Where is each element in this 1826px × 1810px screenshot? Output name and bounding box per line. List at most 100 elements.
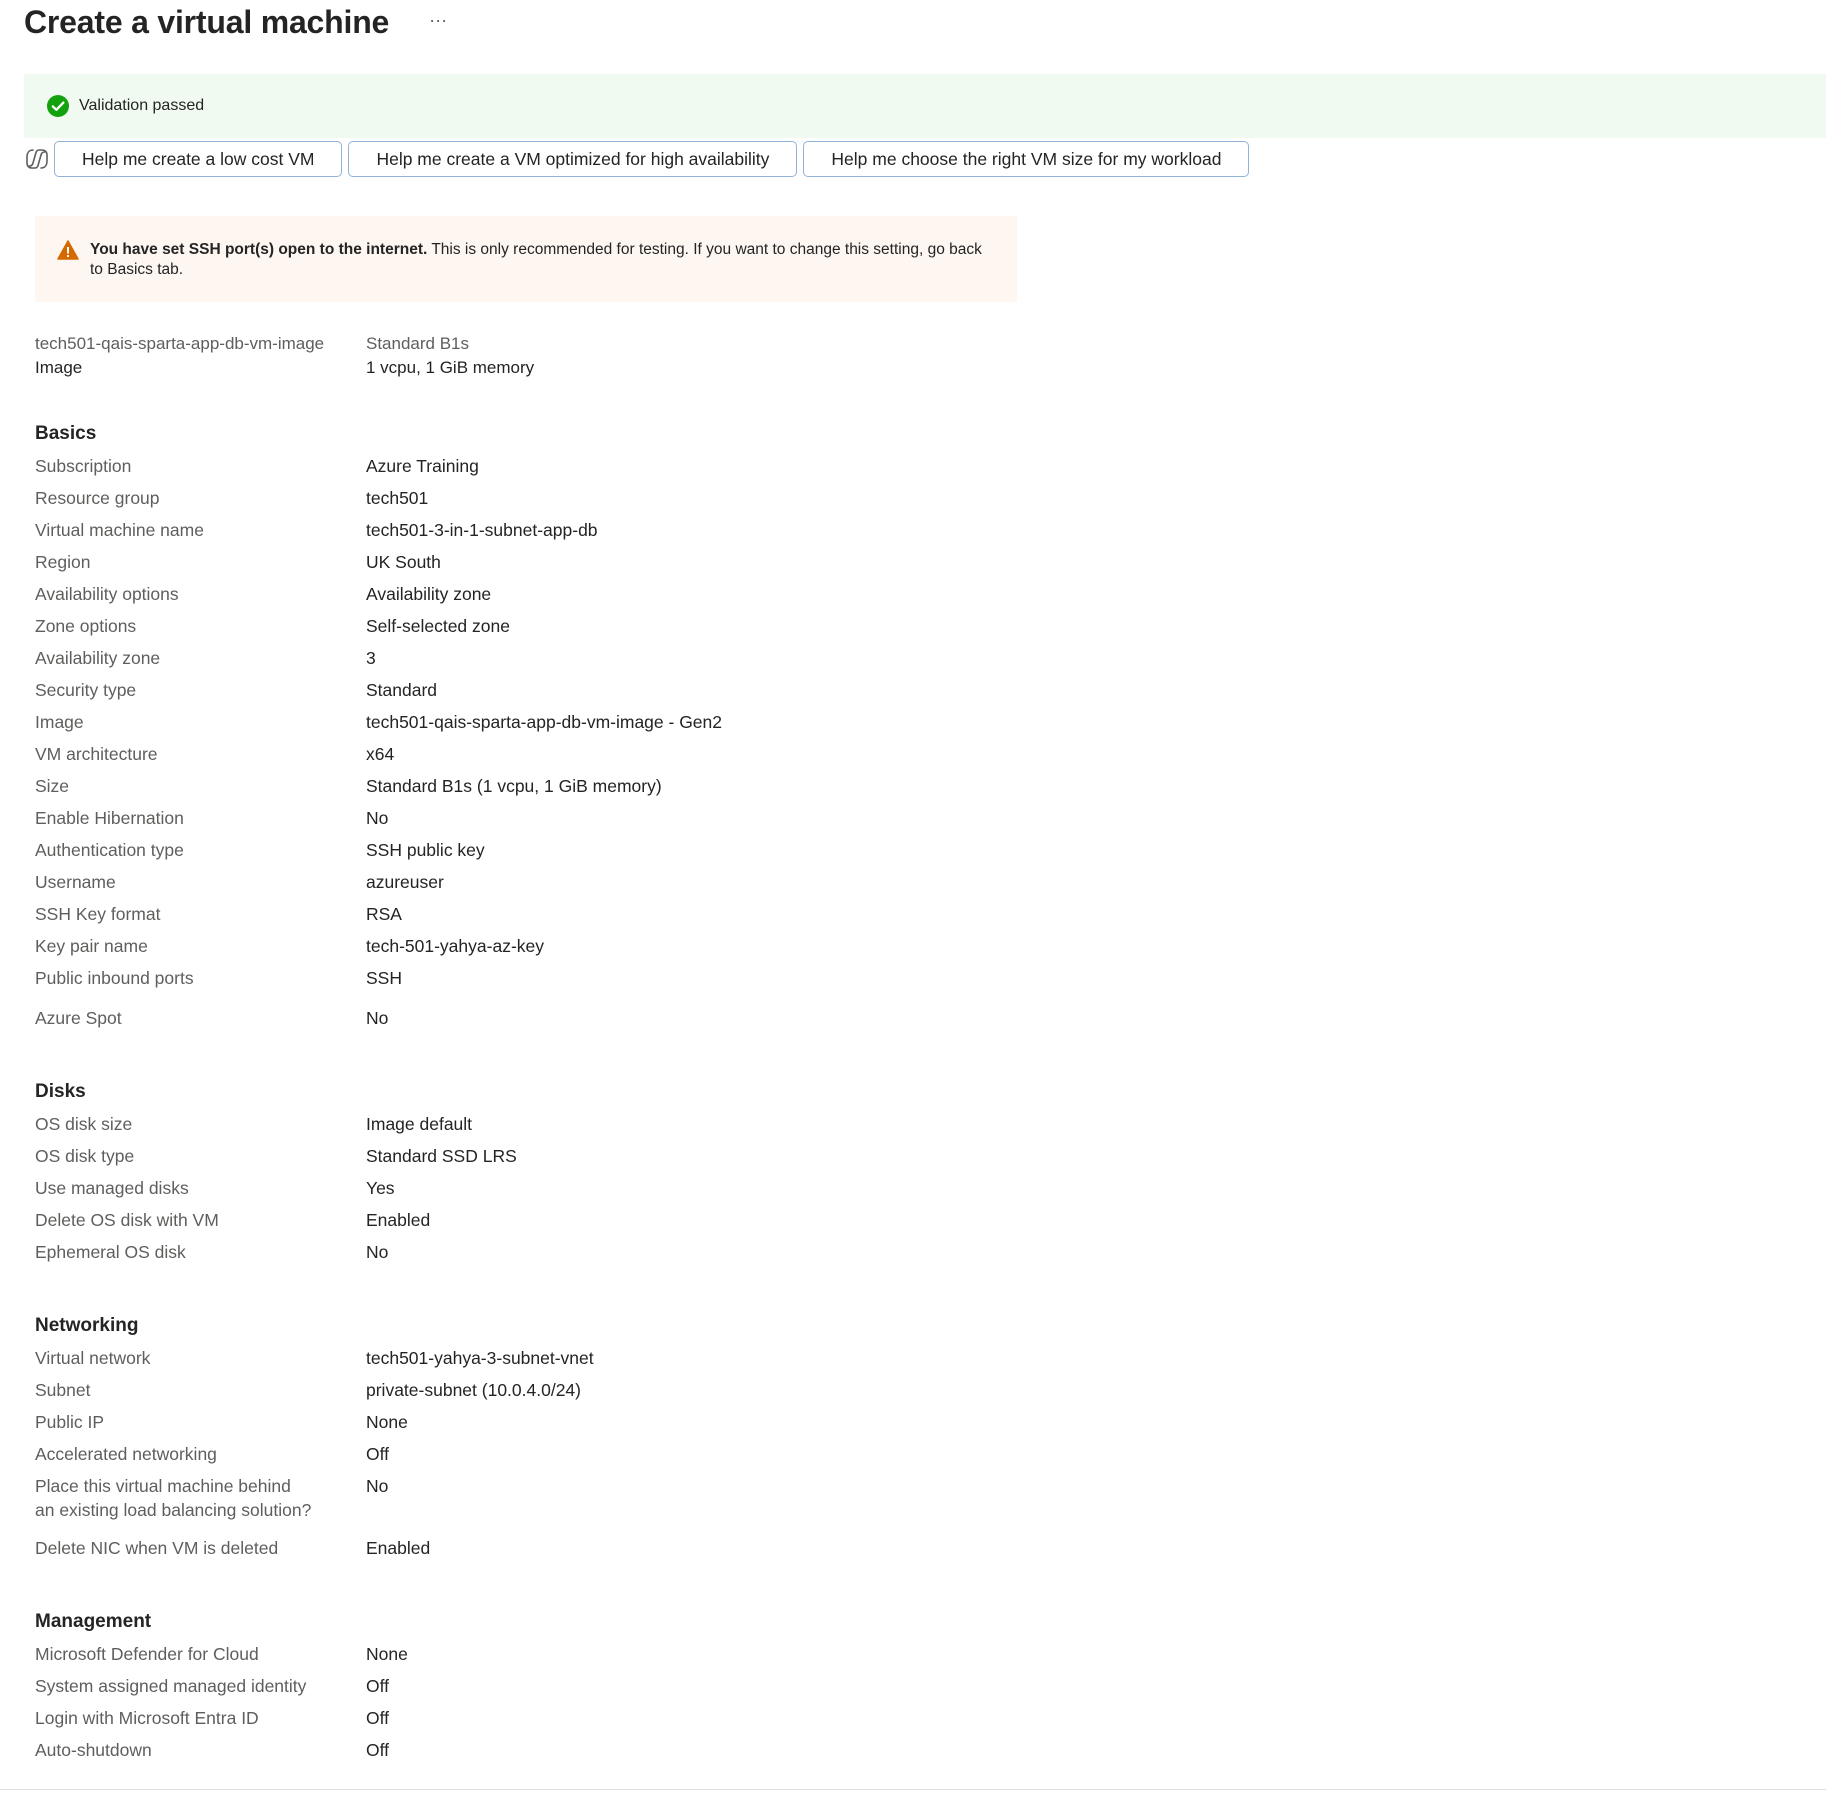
section-management: Management Microsoft Defender for Cloud N… [35, 1608, 1235, 1770]
networking-row-subnet: Subnet private-subnet (10.0.4.0/24) [35, 1378, 1235, 1410]
row-label: Accelerated networking [35, 1444, 217, 1464]
row-value: Off [366, 1740, 390, 1760]
row-value: RSA [366, 904, 402, 924]
management-row-defender: Microsoft Defender for Cloud None [35, 1642, 1235, 1674]
basics-row-subscription: Subscription Azure Training [35, 454, 1235, 486]
row-value: x64 [366, 744, 395, 764]
check-circle-icon [46, 94, 70, 118]
row-label: Availability zone [35, 648, 161, 668]
basics-row-zone-options: Zone options Self-selected zone [35, 614, 1235, 646]
validation-message: Validation passed [79, 97, 205, 114]
section-disks: Disks OS disk size Image default OS disk … [35, 1078, 1235, 1272]
row-label: Resource group [35, 488, 160, 508]
row-label: Authentication type [35, 840, 184, 860]
row-value: Off [366, 1676, 390, 1696]
row-label: Azure Spot [35, 1008, 122, 1028]
section-basics: Basics Subscription Azure Training Resour… [35, 420, 1235, 1038]
row-label: Virtual machine name [35, 520, 204, 540]
row-label: Ephemeral OS disk [35, 1242, 186, 1262]
row-label: Key pair name [35, 936, 148, 956]
row-value: None [366, 1412, 408, 1432]
row-value: No [366, 808, 389, 828]
row-value: Off [366, 1444, 390, 1464]
management-row-auto-shutdown: Auto-shutdown Off [35, 1738, 1235, 1770]
row-label: Subscription [35, 456, 132, 476]
row-value: No [366, 1008, 389, 1028]
summary-image-name: tech501-qais-sparta-app-db-vm-image [35, 334, 325, 353]
row-label: Public inbound ports [35, 968, 194, 988]
row-value: None [366, 1644, 408, 1664]
row-label: System assigned managed identity [35, 1676, 307, 1696]
prompt-high-availability-button[interactable]: Help me create a VM optimized for high a… [348, 141, 798, 177]
networking-row-public-ip: Public IP None [35, 1410, 1235, 1442]
row-label: Auto-shutdown [35, 1740, 152, 1760]
row-label: Microsoft Defender for Cloud [35, 1644, 259, 1664]
row-label: VM architecture [35, 744, 158, 764]
row-value: Image default [366, 1114, 473, 1134]
summary-size-detail: 1 vcpu, 1 GiB memory [366, 358, 535, 377]
prompt-low-cost-vm-button[interactable]: Help me create a low cost VM [54, 141, 343, 177]
basics-row-ssh-key-format: SSH Key format RSA [35, 902, 1235, 934]
page-header: Create a virtual machine ··· [24, 0, 453, 44]
management-row-entra-login: Login with Microsoft Entra ID Off [35, 1706, 1235, 1738]
summary-size-name: Standard B1s [366, 334, 470, 353]
summary-size: Standard B1s 1 vcpu, 1 GiB memory [366, 332, 534, 380]
basics-row-availability-options: Availability options Availability zone [35, 582, 1235, 614]
row-label: Security type [35, 680, 137, 700]
row-label: Enable Hibernation [35, 808, 184, 828]
basics-row-size: Size Standard B1s (1 vcpu, 1 GiB memory) [35, 774, 1235, 806]
row-label: Delete NIC when VM is deleted [35, 1538, 279, 1558]
disks-row-delete-os-disk: Delete OS disk with VM Enabled [35, 1208, 1235, 1240]
row-label: Zone options [35, 616, 137, 636]
row-value: private-subnet (10.0.4.0/24) [366, 1380, 581, 1400]
row-label: Image [35, 712, 84, 732]
management-row-managed-identity: System assigned managed identity Off [35, 1674, 1235, 1706]
row-label: Subnet [35, 1380, 91, 1400]
row-value: Enabled [366, 1210, 431, 1230]
copilot-prompt-row: Help me create a low cost VM Help me cre… [24, 140, 1255, 178]
row-value: Enabled [366, 1538, 431, 1558]
row-value: 3 [366, 648, 376, 668]
prompt-vm-size-button[interactable]: Help me choose the right VM size for my … [803, 141, 1250, 177]
row-value: tech501-3-in-1-subnet-app-db [366, 520, 598, 540]
vm-summary: tech501-qais-sparta-app-db-vm-image Imag… [35, 332, 534, 380]
basics-row-resource-group: Resource group tech501 [35, 486, 1235, 518]
row-value: No [366, 1242, 389, 1262]
section-networking: Networking Virtual network tech501-yahya-… [35, 1312, 1235, 1568]
section-title-disks: Disks [35, 1081, 86, 1102]
row-label: Delete OS disk with VM [35, 1210, 219, 1230]
basics-row-azure-spot: Azure Spot No [35, 1006, 1235, 1038]
row-value: tech501 [366, 488, 429, 508]
row-label: Place this virtual machine behind an exi… [35, 1476, 312, 1520]
row-label: Use managed disks [35, 1178, 189, 1198]
warning-bold-text: You have set SSH port(s) open to the int… [90, 241, 428, 258]
row-value: Standard SSD LRS [366, 1146, 517, 1166]
basics-row-hibernation: Enable Hibernation No [35, 806, 1235, 838]
row-value: UK South [366, 552, 441, 572]
row-value: Standard B1s (1 vcpu, 1 GiB memory) [366, 776, 662, 796]
row-label: Size [35, 776, 70, 796]
row-label: SSH Key format [35, 904, 161, 924]
basics-row-security-type: Security type Standard [35, 678, 1235, 710]
row-label: Availability options [35, 584, 179, 604]
row-value: Yes [366, 1178, 395, 1198]
more-options-button[interactable]: ··· [423, 11, 453, 29]
warning-message: You have set SSH port(s) open to the int… [90, 240, 987, 280]
row-value: Off [366, 1708, 390, 1728]
basics-row-inbound-ports: Public inbound ports SSH [35, 966, 1235, 998]
basics-row-vm-name: Virtual machine name tech501-3-in-1-subne… [35, 518, 1235, 550]
networking-row-accelerated: Accelerated networking Off [35, 1442, 1235, 1474]
networking-row-delete-nic: Delete NIC when VM is deleted Enabled [35, 1536, 1235, 1568]
warning-icon [57, 240, 79, 260]
footer-divider [0, 1789, 1826, 1790]
row-value: SSH [366, 968, 402, 988]
row-label: Virtual network [35, 1348, 151, 1368]
row-label: OS disk type [35, 1146, 135, 1166]
row-label: Username [35, 872, 116, 892]
basics-row-availability-zone: Availability zone 3 [35, 646, 1235, 678]
row-value: tech501-qais-sparta-app-db-vm-image - Ge… [366, 712, 722, 732]
disks-row-managed-disks: Use managed disks Yes [35, 1176, 1235, 1208]
row-value: Availability zone [366, 584, 492, 604]
summary-image-label: Image [35, 358, 83, 377]
row-label: Region [35, 552, 91, 572]
